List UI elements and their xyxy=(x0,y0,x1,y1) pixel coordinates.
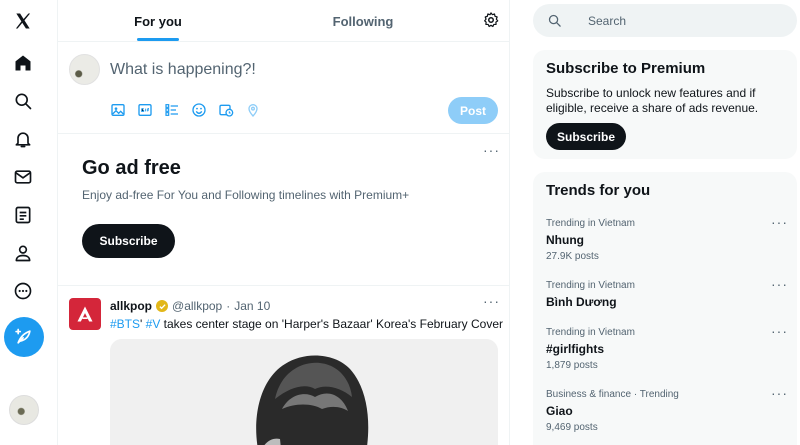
premium-title: Subscribe to Premium xyxy=(546,60,706,77)
trends-title: Trends for you xyxy=(546,182,651,199)
tweet-media-image[interactable] xyxy=(110,339,498,445)
allkpop-avatar[interactable] xyxy=(69,298,101,330)
hashtag-v[interactable]: #V xyxy=(146,317,161,331)
tweet-text-body: takes center stage on 'Harper's Bazaar' … xyxy=(160,317,503,331)
trend-more-icon[interactable]: ··· xyxy=(771,385,788,401)
timeline-tabs: For you Following xyxy=(58,0,509,42)
more-circle-icon[interactable] xyxy=(8,276,38,306)
tweet-header: allkpop @allkpop · Jan 10 xyxy=(110,299,270,313)
trend-name: Bình Dương xyxy=(546,295,617,309)
tab-following[interactable]: Following xyxy=(258,0,468,42)
ad-free-description: Enjoy ad-free For You and Following time… xyxy=(82,188,410,202)
left-nav xyxy=(0,0,48,445)
timeline-column: For you Following Post ··· Go ad free En… xyxy=(57,0,510,445)
trend-more-icon[interactable]: ··· xyxy=(771,323,788,339)
feather-plus-icon xyxy=(15,328,31,344)
allkpop-logo-icon xyxy=(77,306,93,322)
person-icon[interactable] xyxy=(8,238,38,268)
trend-post-count: 1,879 posts xyxy=(546,360,598,371)
premium-description: Subscribe to unlock new features and if … xyxy=(546,86,759,115)
trend-name: Giao xyxy=(546,404,573,418)
search-input[interactable] xyxy=(588,12,778,29)
compose-input[interactable] xyxy=(110,58,430,82)
list-icon[interactable] xyxy=(8,200,38,230)
tweet-separator: · xyxy=(226,299,231,313)
poll-icon[interactable] xyxy=(164,102,182,120)
search-bar[interactable] xyxy=(533,4,797,37)
gear-icon[interactable] xyxy=(482,11,500,29)
trend-item[interactable]: Trending in Vietnam #girlfights 1,879 po… xyxy=(533,323,797,377)
tweet-author-handle[interactable]: @allkpop xyxy=(172,299,222,313)
trend-post-count: 27.9K posts xyxy=(546,251,599,262)
image-icon[interactable] xyxy=(110,102,128,120)
tweet-text: #BTS' #V takes center stage on 'Harper's… xyxy=(110,317,503,331)
trend-context: Trending in Vietnam xyxy=(546,218,635,229)
trend-context: Trending in Vietnam xyxy=(546,327,635,338)
tweet-more-icon[interactable]: ··· xyxy=(483,293,500,309)
tweet[interactable]: allkpop @allkpop · Jan 10 ··· #BTS' #V t… xyxy=(58,286,509,445)
more-options-icon[interactable]: ··· xyxy=(483,142,500,158)
tab-for-you[interactable]: For you xyxy=(58,0,258,42)
bell-icon[interactable] xyxy=(8,124,38,154)
trend-context: Business & finance · Trending xyxy=(546,389,679,400)
ad-free-subscribe-button[interactable]: Subscribe xyxy=(82,224,175,258)
location-icon[interactable] xyxy=(245,102,263,120)
ad-free-title: Go ad free xyxy=(82,157,181,179)
trends-panel: Trends for you Trending in Vietnam Nhung… xyxy=(533,172,797,445)
trend-post-count: 9,469 posts xyxy=(546,422,598,433)
trend-item[interactable]: Business & finance · Trending Giao 9,469… xyxy=(533,385,797,439)
trend-more-icon[interactable]: ··· xyxy=(771,214,788,230)
right-sidebar: Subscribe to Premium Subscribe to unlock… xyxy=(520,0,800,445)
trend-item[interactable]: Trending in Vietnam Bình Dương ··· xyxy=(533,276,797,330)
trend-name: #girlfights xyxy=(546,342,605,356)
hashtag-bts[interactable]: #BTS xyxy=(110,317,140,331)
trend-item[interactable]: Trending in Vietnam Nhung 27.9K posts ··… xyxy=(533,214,797,268)
emoji-icon[interactable] xyxy=(191,102,209,120)
schedule-icon[interactable] xyxy=(218,102,236,120)
subscribe-premium-card: Subscribe to Premium Subscribe to unlock… xyxy=(533,50,797,159)
mail-icon[interactable] xyxy=(8,162,38,192)
account-avatar[interactable] xyxy=(9,395,39,425)
tweet-author-name[interactable]: allkpop xyxy=(110,299,152,313)
gif-icon[interactable] xyxy=(137,102,155,120)
x-logo-icon[interactable] xyxy=(8,6,38,36)
verified-badge-icon xyxy=(156,300,169,312)
go-ad-free-card: ··· Go ad free Enjoy ad-free For You and… xyxy=(58,134,509,286)
post-composer: Post xyxy=(58,42,509,134)
active-tab-indicator xyxy=(137,38,179,41)
search-icon xyxy=(548,14,561,27)
trend-context: Trending in Vietnam xyxy=(546,280,635,291)
tweet-date[interactable]: Jan 10 xyxy=(234,299,270,313)
compose-post-button[interactable] xyxy=(4,317,44,357)
trend-more-icon[interactable]: ··· xyxy=(771,276,788,292)
composer-avatar xyxy=(69,54,100,85)
premium-subscribe-button[interactable]: Subscribe xyxy=(546,123,626,150)
trend-name: Nhung xyxy=(546,233,584,247)
post-button[interactable]: Post xyxy=(448,97,498,124)
search-icon[interactable] xyxy=(8,86,38,116)
home-icon[interactable] xyxy=(8,48,38,78)
